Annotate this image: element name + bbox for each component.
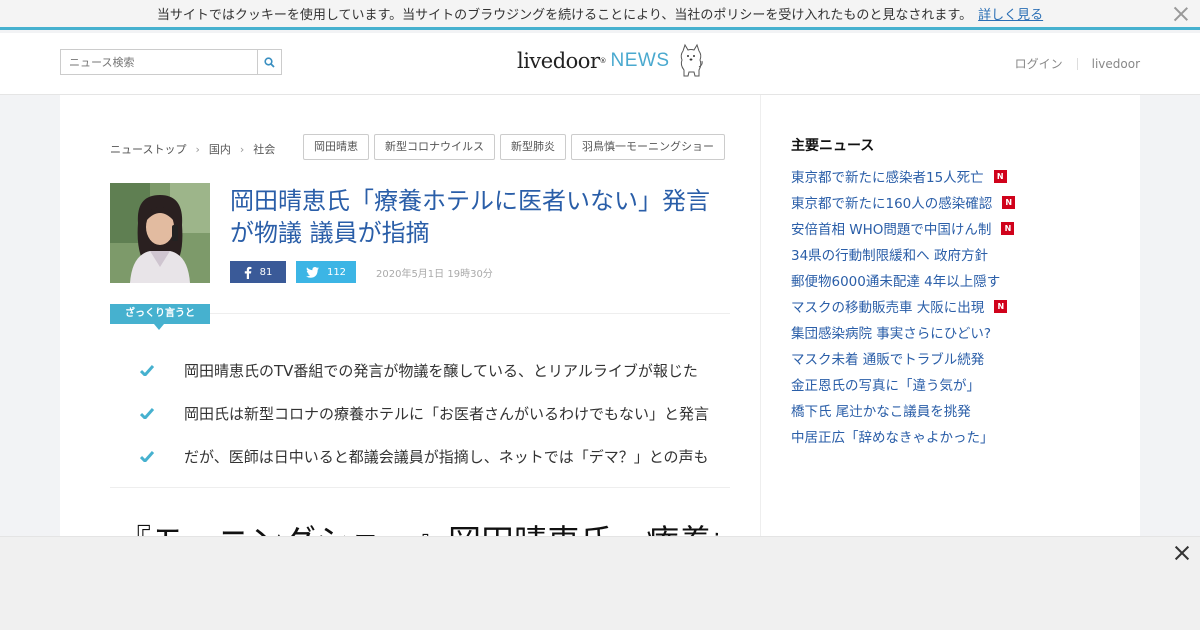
breadcrumb-society[interactable]: 社会 bbox=[253, 141, 275, 157]
news-link[interactable]: 中居正広「辞めなきゃよかった」 bbox=[791, 426, 994, 446]
chevron-right-icon: › bbox=[195, 142, 200, 156]
news-item[interactable]: 東京都で新たに感染者15人死亡 N bbox=[791, 163, 1015, 189]
news-link[interactable]: 郵便物6000通未配達 4年以上隠す bbox=[791, 270, 1000, 290]
news-item[interactable]: 郵便物6000通未配達 4年以上隠す bbox=[791, 267, 1015, 293]
breadcrumb-news-top[interactable]: ニューストップ bbox=[110, 141, 186, 157]
news-link[interactable]: 安倍首相 WHO問題で中国けん制 bbox=[791, 218, 991, 238]
news-item[interactable]: マスクの移動販売車 大阪に出現 N bbox=[791, 293, 1015, 319]
login-link[interactable]: ログイン bbox=[1015, 55, 1063, 72]
ad-overlay bbox=[0, 536, 1200, 630]
summary-divider bbox=[210, 313, 730, 314]
topic-tag[interactable]: 岡田晴恵 bbox=[303, 134, 369, 160]
news-item[interactable]: マスク未着 通販でトラブル続発 bbox=[791, 345, 1015, 371]
news-item[interactable]: 金正恩氏の写真に「違う気が」 bbox=[791, 371, 1015, 397]
article-photo[interactable] bbox=[110, 183, 210, 283]
twitter-icon bbox=[305, 266, 319, 278]
checkmark-icon bbox=[140, 408, 154, 419]
summary-item: 岡田晴恵氏のTV番組での発言が物議を醸している、とリアルライブが報じた bbox=[140, 349, 709, 392]
news-item[interactable]: 安倍首相 WHO問題で中国けん制 N bbox=[791, 215, 1015, 241]
news-item[interactable]: 東京都で新たに160人の感染確認 N bbox=[791, 189, 1016, 215]
news-item[interactable]: 集団感染病院 事実さらにひどい? bbox=[791, 319, 1015, 345]
new-badge: N bbox=[1001, 221, 1015, 235]
facebook-icon bbox=[244, 266, 252, 279]
new-badge: N bbox=[1002, 195, 1016, 209]
facebook-share-button[interactable]: 81 bbox=[230, 261, 286, 283]
news-link[interactable]: マスクの移動販売車 大阪に出現 bbox=[791, 296, 984, 316]
section-divider bbox=[110, 487, 730, 488]
breadcrumb-domestic[interactable]: 国内 bbox=[209, 141, 231, 157]
livedoor-link[interactable]: livedoor bbox=[1092, 57, 1140, 71]
site-logo[interactable]: livedoor ® NEWS bbox=[517, 43, 704, 79]
logo-registered-mark: ® bbox=[599, 57, 607, 65]
twitter-share-count: 112 bbox=[326, 266, 347, 278]
news-link[interactable]: マスク未着 通販でトラブル続発 bbox=[791, 348, 984, 368]
search-button[interactable] bbox=[257, 50, 281, 74]
search-input[interactable] bbox=[61, 50, 257, 74]
facebook-share-count: 81 bbox=[259, 266, 273, 278]
topic-tags: 岡田晴恵 新型コロナウイルス 新型肺炎 羽鳥慎一モーニングショー bbox=[303, 134, 730, 160]
new-badge: N bbox=[993, 169, 1007, 183]
chevron-right-icon: › bbox=[239, 142, 245, 156]
news-item[interactable]: 中居正広「辞めなきゃよかった」 bbox=[791, 423, 1015, 449]
logo-news: NEWS bbox=[610, 50, 670, 71]
summary-text: 岡田晴恵氏のTV番組での発言が物議を醸している、とリアルライブが報じた bbox=[184, 362, 698, 380]
news-link[interactable]: 東京都で新たに感染者15人死亡 bbox=[791, 166, 984, 186]
top-news-title: 主要ニュース bbox=[791, 138, 875, 154]
article-photo-image bbox=[110, 183, 210, 283]
site-header: livedoor® NEWS ログイン livedoor bbox=[0, 33, 1200, 95]
topic-tag[interactable]: 新型コロナウイルス bbox=[374, 134, 495, 160]
news-link[interactable]: 34県の行動制限緩和へ 政府方針 bbox=[791, 244, 988, 264]
news-link[interactable]: 橋下氏 尾辻かなこ議員を挑発 bbox=[791, 400, 971, 420]
share-bar: 81 112 2020年5月1日 19時30分 bbox=[230, 261, 493, 283]
new-badge: N bbox=[994, 299, 1008, 313]
close-icon[interactable] bbox=[1174, 545, 1190, 561]
news-item[interactable]: 34県の行動制限緩和へ 政府方針 bbox=[791, 241, 1015, 267]
news-link[interactable]: 金正恩氏の写真に「違う気が」 bbox=[791, 374, 980, 394]
news-link[interactable]: 東京都で新たに160人の感染確認 bbox=[791, 192, 992, 212]
summary-text: 岡田氏は新型コロナの療養ホテルに「お医者さんがいるわけでもない」と発言 bbox=[184, 405, 710, 423]
publish-date: 2020年5月1日 19時30分 bbox=[376, 268, 493, 280]
summary-item: 岡田氏は新型コロナの療養ホテルに「お医者さんがいるわけでもない」と発言 bbox=[140, 392, 709, 435]
dog-mascot-icon bbox=[680, 43, 703, 77]
summary-item: だが、医師は日中いると都議会議員が指摘し、ネットでは「デマ？」との声も bbox=[140, 435, 709, 478]
cookie-details-link[interactable]: 詳しく見る bbox=[978, 4, 1043, 23]
cookie-banner: 当サイトではクッキーを使用しています。当サイトのブラウジングを続けることにより、… bbox=[0, 0, 1200, 30]
topic-tag[interactable]: 新型肺炎 bbox=[500, 134, 566, 160]
checkmark-icon bbox=[140, 365, 154, 376]
news-link[interactable]: 集団感染病院 事実さらにひどい? bbox=[791, 322, 991, 342]
news-item[interactable]: 橋下氏 尾辻かなこ議員を挑発 bbox=[791, 397, 1015, 423]
cookie-close-icon[interactable] bbox=[1172, 5, 1190, 23]
cookie-text: 当サイトではクッキーを使用しています。当サイトのブラウジングを続けることにより、… bbox=[156, 8, 973, 23]
article-title: 岡田晴恵氏「療養ホテルに医者いない」発言が物議 議員が指摘 bbox=[230, 187, 710, 247]
logo-livedoor: livedoor bbox=[517, 49, 600, 73]
breadcrumb: ニューストップ › 国内 › 社会 bbox=[110, 141, 275, 157]
twitter-share-button[interactable]: 112 bbox=[296, 261, 356, 283]
search-icon bbox=[264, 56, 275, 68]
search-box bbox=[60, 49, 282, 75]
top-news-list: 東京都で新たに感染者15人死亡 N 東京都で新たに160人の感染確認 N 安倍首相 … bbox=[791, 163, 1016, 449]
header-links: ログイン livedoor bbox=[1015, 55, 1140, 72]
summary-text: だが、医師は日中いると都議会議員が指摘し、ネットでは「デマ？」との声も bbox=[184, 448, 709, 466]
topic-tag[interactable]: 羽鳥慎一モーニングショー bbox=[571, 134, 725, 160]
summary-list: 岡田晴恵氏のTV番組での発言が物議を醸している、とリアルライブが報じた 岡田氏は… bbox=[140, 349, 709, 478]
header-divider bbox=[1076, 57, 1078, 70]
summary-label: ざっくり言うと bbox=[110, 304, 210, 330]
checkmark-icon bbox=[140, 451, 154, 462]
